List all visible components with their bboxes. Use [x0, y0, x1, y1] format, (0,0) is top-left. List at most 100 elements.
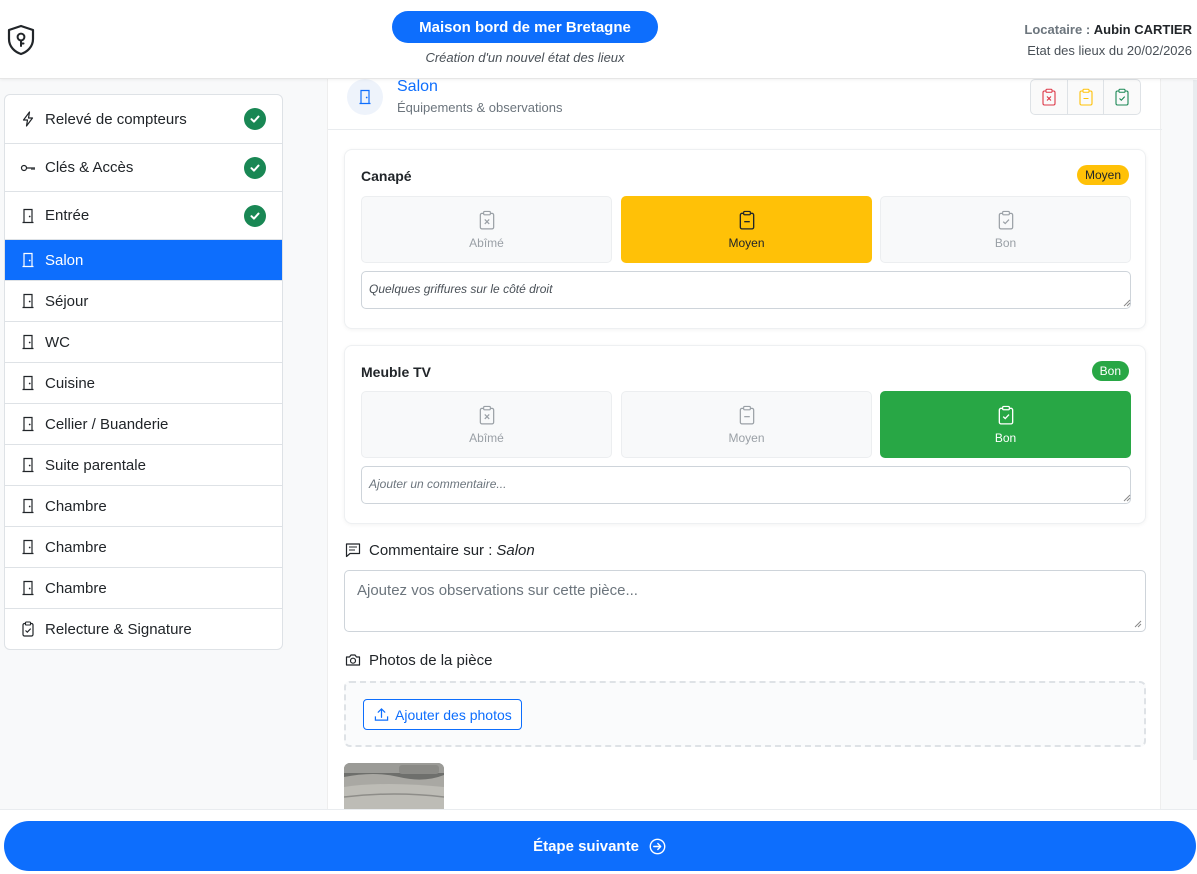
- bulk-moyen-button[interactable]: [1068, 80, 1105, 114]
- sidebar-item-label: Salon: [45, 251, 84, 269]
- room-subtitle: Équipements & observations: [397, 100, 563, 115]
- sidebar-item-chambre-1[interactable]: Chambre: [5, 485, 282, 526]
- status-badge: Moyen: [1076, 165, 1129, 185]
- sidebar-item-label: Cuisine: [45, 374, 96, 392]
- photos-label-text: Photos de la pièce: [369, 651, 493, 669]
- sidebar-item-cuisine[interactable]: Cuisine: [5, 362, 282, 403]
- bulk-bon-button[interactable]: [1104, 80, 1140, 114]
- camera-icon: [344, 651, 362, 669]
- door-icon: [19, 333, 37, 351]
- sidebar-item-label: Clés & Accès: [45, 159, 134, 176]
- room-title: Salon: [397, 78, 438, 95]
- photo-dropzone[interactable]: Ajouter des photos: [344, 681, 1146, 747]
- next-step-label: Étape suivante: [533, 837, 639, 855]
- sidebar-item-label: Suite parentale: [45, 456, 146, 474]
- door-icon: [19, 292, 37, 310]
- upload-icon: [373, 707, 389, 723]
- sidebar-item-suite-parentale[interactable]: Suite parentale: [5, 444, 282, 485]
- arrow-right-circle-icon: [649, 837, 667, 855]
- sidebar-item-label: Séjour: [45, 292, 89, 310]
- tenant-info: Locataire : Aubin CARTIER: [1024, 22, 1192, 37]
- option-moyen[interactable]: Moyen: [621, 196, 872, 263]
- option-label: Moyen: [728, 235, 765, 250]
- tenant-name: Aubin CARTIER: [1093, 22, 1192, 37]
- sidebar-item-label: Chambre: [45, 538, 107, 556]
- option-bon[interactable]: Bon: [880, 196, 1131, 263]
- page-subtitle: Création d'un nouvel état des lieux: [425, 50, 625, 65]
- room-comment-prefix: Commentaire sur :: [369, 541, 493, 559]
- sidebar-item-cles-acces[interactable]: Clés & Accès: [5, 143, 282, 191]
- equipment-comment-field[interactable]: Quelques griffures sur le côté droit: [361, 271, 1131, 309]
- equipment-name: Canapé: [361, 168, 412, 184]
- scrollbar-track[interactable]: [1193, 80, 1197, 760]
- sidebar-item-relecture-signature[interactable]: Relecture & Signature: [5, 608, 282, 649]
- key-icon: [19, 159, 37, 177]
- door-icon: [19, 207, 37, 225]
- option-label: Abîmé: [469, 235, 504, 250]
- equipment-comment-field[interactable]: Ajouter un commentaire...: [361, 466, 1131, 504]
- property-title[interactable]: Maison bord de mer Bretagne: [392, 11, 658, 43]
- door-icon: [19, 579, 37, 597]
- edl-date: Etat des lieux du 20/02/2026: [1027, 43, 1192, 58]
- option-label: Abîmé: [469, 430, 504, 445]
- option-moyen[interactable]: Moyen: [621, 391, 872, 458]
- status-badge: Bon: [1091, 361, 1129, 381]
- room-comment-field[interactable]: Ajoutez vos observations sur cette pièce…: [344, 570, 1146, 632]
- door-icon: [19, 251, 37, 269]
- sidebar-item-cellier[interactable]: Cellier / Buanderie: [5, 403, 282, 444]
- clipboard-minus-icon: [737, 210, 757, 230]
- clipboard-check-icon: [996, 210, 1016, 230]
- tenant-label: Locataire :: [1024, 22, 1091, 37]
- door-icon: [347, 79, 383, 115]
- add-photos-label: Ajouter des photos: [395, 706, 512, 723]
- app-header: Maison bord de mer Bretagne Création d'u…: [0, 0, 1197, 79]
- sidebar-item-label: Relecture & Signature: [45, 620, 192, 638]
- resize-handle-icon: [1134, 620, 1142, 628]
- door-icon: [19, 415, 37, 433]
- sidebar-item-label: WC: [45, 333, 70, 351]
- photos-label: Photos de la pièce: [344, 651, 492, 669]
- door-icon: [19, 456, 37, 474]
- photo-thumbnail[interactable]: [344, 763, 444, 809]
- check-circle-icon: [244, 108, 266, 130]
- option-label: Bon: [994, 235, 1017, 250]
- option-abime[interactable]: Abîmé: [361, 196, 612, 263]
- option-label: Bon: [994, 430, 1017, 445]
- check-circle-icon: [244, 156, 266, 179]
- door-icon: [19, 538, 37, 556]
- sidebar-item-wc[interactable]: WC: [5, 321, 282, 362]
- equipment-name: Meuble TV: [361, 364, 432, 380]
- sidebar-item-label: Chambre: [45, 579, 107, 597]
- option-bon[interactable]: Bon: [880, 391, 1131, 458]
- clipboard-check-icon: [996, 405, 1016, 425]
- shield-key-icon[interactable]: [6, 24, 36, 56]
- sidebar-item-entree[interactable]: Entrée: [5, 191, 282, 239]
- sidebar-item-label: Cellier / Buanderie: [45, 415, 169, 433]
- option-label: Moyen: [728, 430, 765, 445]
- sidebar-item-chambre-3[interactable]: Chambre: [5, 567, 282, 608]
- room-comment-label: Commentaire sur : Salon: [344, 541, 535, 559]
- chat-text-icon: [344, 541, 362, 559]
- clipboard-check-icon: [1115, 88, 1129, 106]
- bulk-abime-button[interactable]: [1031, 80, 1068, 114]
- lightning-icon: [19, 110, 37, 128]
- option-abime[interactable]: Abîmé: [361, 391, 612, 458]
- bulk-state-buttons: [1030, 79, 1141, 115]
- add-photos-button[interactable]: Ajouter des photos: [363, 699, 522, 730]
- sidebar-item-sejour[interactable]: Séjour: [5, 280, 282, 321]
- equipment-card: Canapé Moyen Abîmé Moyen Bon Quelques gr…: [344, 149, 1146, 329]
- resize-handle-icon: [1123, 299, 1131, 307]
- check-circle-icon: [244, 204, 266, 227]
- room-header: Salon Équipements & observations: [328, 78, 1162, 130]
- clipboard-minus-icon: [1078, 88, 1093, 106]
- sidebar-item-label: Relevé de compteurs: [45, 110, 187, 128]
- equipment-card: Meuble TV Bon Abîmé Moyen Bon Ajouter un…: [344, 345, 1146, 524]
- steps-sidebar: Relevé de compteurs Clés & Accès Entrée …: [4, 94, 283, 650]
- clipboard-x-icon: [477, 405, 497, 425]
- sidebar-item-chambre-2[interactable]: Chambre: [5, 526, 282, 567]
- sidebar-item-salon[interactable]: Salon: [5, 239, 282, 280]
- clipboard-minus-icon: [737, 405, 757, 425]
- sidebar-item-releve-compteurs[interactable]: Relevé de compteurs: [5, 95, 282, 143]
- clipboard-check-icon: [19, 620, 37, 638]
- next-step-button[interactable]: Étape suivante: [4, 821, 1196, 871]
